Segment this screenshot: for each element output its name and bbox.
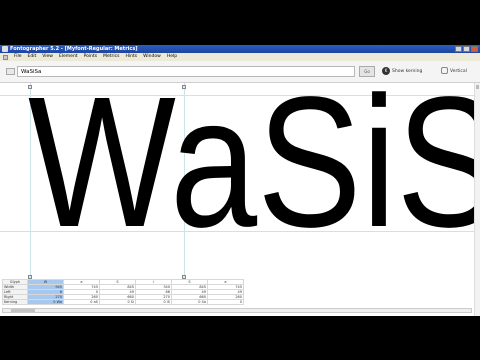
metrics-text-input[interactable] (17, 66, 355, 77)
close-button[interactable] (471, 46, 478, 52)
vertical-scrollbar[interactable] (474, 83, 480, 316)
window-title: Fontographer 5.2 - [Myfont-Regular: Metr… (10, 46, 138, 52)
kerning-row: Kerning 0 Wa 0 aS 0 Si 0 iS 0 Sa 0 (2, 299, 244, 305)
kerning-cell[interactable]: 0 aS (63, 299, 100, 305)
kerning-cell[interactable]: 0 (207, 299, 244, 305)
minimize-button[interactable] (455, 46, 462, 52)
horizontal-scrollbar[interactable] (2, 308, 472, 313)
vertical-toggle[interactable]: Vertical (441, 66, 467, 77)
show-kerning-label: Show kerning (392, 69, 423, 74)
kerning-cell[interactable]: 0 Sa (171, 299, 208, 305)
kerning-icon: K (382, 66, 390, 75)
document-icon[interactable] (3, 54, 8, 60)
metrics-table: Glyph W a S i S a Width 945 745 845 340 … (2, 279, 244, 305)
window-controls (455, 46, 478, 52)
metrics-toolbar: Go KShow kerning Vertical (0, 61, 480, 83)
fontographer-window: Fontographer 5.2 - [Myfont-Regular: Metr… (0, 45, 480, 316)
menu-window[interactable]: Window (143, 53, 161, 61)
menu-view[interactable]: View (42, 53, 53, 61)
sample-glyphs: WaSiSa (28, 83, 474, 266)
vertical-icon (441, 67, 448, 74)
menu-file[interactable]: File (14, 53, 22, 61)
horizontal-scroll-thumb[interactable] (11, 309, 35, 312)
maximize-button[interactable] (463, 46, 470, 52)
vertical-label: Vertical (450, 69, 467, 74)
metrics-table-area: Glyph W a S i S a Width 945 745 845 340 … (0, 275, 474, 316)
menu-edit[interactable]: Edit (28, 53, 37, 61)
kerning-cell[interactable]: 0 Si (99, 299, 136, 305)
menu-hints[interactable]: Hints (125, 53, 137, 61)
menu-element[interactable]: Element (59, 53, 78, 61)
app-icon (2, 46, 8, 52)
menu-points[interactable]: Points (84, 53, 98, 61)
menu-help[interactable]: Help (167, 53, 177, 61)
go-button[interactable]: Go (359, 66, 375, 77)
glyph-preview: WaSiSa (28, 83, 474, 266)
menu-metrics[interactable]: Metrics (103, 53, 119, 61)
metrics-canvas[interactable]: WaSiSa (0, 83, 474, 275)
kerning-cell[interactable]: 0 Wa (27, 299, 64, 305)
menu-bar: File Edit View Element Points Metrics Hi… (0, 53, 480, 61)
show-kerning-toggle[interactable]: K Show kerning (382, 66, 422, 77)
title-bar[interactable]: Fontographer 5.2 - [Myfont-Regular: Metr… (0, 45, 480, 53)
row-label-kerning: Kerning (2, 299, 28, 305)
scroll-thumb[interactable] (476, 85, 479, 89)
kerning-cell[interactable]: 0 iS (135, 299, 172, 305)
text-mode-icon[interactable] (6, 68, 15, 75)
